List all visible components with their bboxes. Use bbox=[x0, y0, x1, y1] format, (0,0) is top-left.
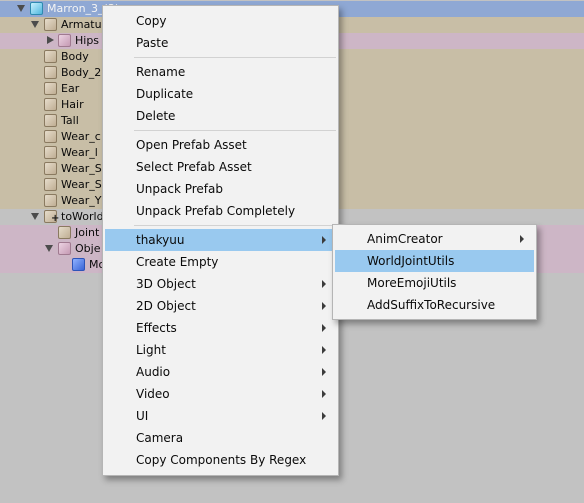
menu-item-camera[interactable]: Camera bbox=[105, 427, 336, 449]
menu-item-label: Paste bbox=[136, 36, 169, 50]
submenu-arrow-icon bbox=[322, 346, 326, 354]
menu-item-label: Create Empty bbox=[136, 255, 219, 269]
menu-separator bbox=[134, 225, 336, 226]
menu-item-label: Light bbox=[136, 343, 166, 357]
submenu-arrow-icon bbox=[322, 412, 326, 420]
prefab-cube-icon bbox=[44, 130, 57, 143]
menu-item-duplicate[interactable]: Duplicate bbox=[105, 83, 336, 105]
menu-item-thakyuu[interactable]: thakyuu bbox=[105, 229, 336, 251]
hierarchy-item-label: Wear_c bbox=[61, 130, 101, 143]
menu-item-2d-object[interactable]: 2D Object bbox=[105, 295, 336, 317]
menu-item-ui[interactable]: UI bbox=[105, 405, 336, 427]
menu-item-label: Unpack Prefab bbox=[136, 182, 223, 196]
menu-item-video[interactable]: Video bbox=[105, 383, 336, 405]
menu-item-paste[interactable]: Paste bbox=[105, 32, 336, 54]
expand-arrow-icon[interactable] bbox=[45, 245, 53, 252]
menu-item-rename[interactable]: Rename bbox=[105, 61, 336, 83]
submenu-arrow-icon bbox=[520, 235, 524, 243]
expand-arrow-icon[interactable] bbox=[31, 21, 39, 28]
collapse-arrow-icon[interactable] bbox=[47, 36, 54, 44]
prefab-cube-icon bbox=[44, 146, 57, 159]
menu-item-label: Unpack Prefab Completely bbox=[136, 204, 296, 218]
submenu-arrow-icon bbox=[322, 302, 326, 310]
menu-item-unpack-prefab-completely[interactable]: Unpack Prefab Completely bbox=[105, 200, 336, 222]
menu-item-select-prefab-asset[interactable]: Select Prefab Asset bbox=[105, 156, 336, 178]
menu-item-label: Open Prefab Asset bbox=[136, 138, 247, 152]
menu-item-audio[interactable]: Audio bbox=[105, 361, 336, 383]
context-menu: Copy Paste Rename Duplicate Delete Open … bbox=[102, 5, 339, 476]
menu-item-label: UI bbox=[136, 409, 149, 423]
hierarchy-item-label: Tall bbox=[61, 114, 79, 127]
menu-item-label: Audio bbox=[136, 365, 171, 379]
prefab-cube-icon bbox=[58, 242, 71, 255]
prefab-cube-icon bbox=[44, 162, 57, 175]
menu-item-label: Select Prefab Asset bbox=[136, 160, 252, 174]
hierarchy-item-label: Body bbox=[61, 50, 89, 63]
submenu-arrow-icon bbox=[322, 280, 326, 288]
menu-item-label: Duplicate bbox=[136, 87, 194, 101]
menu-item-label: AnimCreator bbox=[367, 232, 443, 246]
menu-item-label: Copy bbox=[136, 14, 167, 28]
hierarchy-item-label: Wear_l bbox=[61, 146, 98, 159]
thakyuu-submenu: AnimCreator WorldJointUtils MoreEmojiUti… bbox=[332, 224, 537, 320]
submenu-arrow-icon bbox=[322, 368, 326, 376]
menu-item-label: thakyuu bbox=[136, 233, 185, 247]
menu-item-label: 2D Object bbox=[136, 299, 196, 313]
prefab-cube-icon bbox=[44, 178, 57, 191]
menu-item-label: Delete bbox=[136, 109, 176, 123]
prefab-cube-icon bbox=[44, 194, 57, 207]
menu-item-open-prefab-asset[interactable]: Open Prefab Asset bbox=[105, 134, 336, 156]
hierarchy-item-label: Wear_S bbox=[61, 162, 102, 175]
menu-item-label: Camera bbox=[136, 431, 184, 445]
prefab-cube-icon bbox=[44, 114, 57, 127]
submenu-arrow-icon bbox=[322, 324, 326, 332]
hierarchy-item-label: Obje bbox=[75, 242, 101, 255]
prefab-cube-icon bbox=[58, 34, 71, 47]
prefab-cube-icon bbox=[58, 226, 71, 239]
prefab-cube-icon bbox=[44, 66, 57, 79]
hierarchy-item-label: Ear bbox=[61, 82, 80, 95]
menu-item-label: AddSuffixToRecursive bbox=[367, 298, 496, 312]
menu-item-label: MoreEmojiUtils bbox=[367, 276, 457, 290]
prefab-cube-icon bbox=[44, 98, 57, 111]
hierarchy-item-label: toWorld bbox=[61, 210, 104, 223]
prefab-cube-icon bbox=[44, 50, 57, 63]
menu-item-label: Effects bbox=[136, 321, 177, 335]
prefab-cube-icon bbox=[72, 258, 85, 271]
submenu-item-addsuffixtorecursive[interactable]: AddSuffixToRecursive bbox=[335, 294, 534, 316]
expand-arrow-icon[interactable] bbox=[31, 213, 39, 220]
submenu-item-moreemojiutils[interactable]: MoreEmojiUtils bbox=[335, 272, 534, 294]
menu-item-delete[interactable]: Delete bbox=[105, 105, 336, 127]
submenu-arrow-icon bbox=[322, 390, 326, 398]
hierarchy-item-label: Wear_Y bbox=[61, 194, 102, 207]
menu-item-light[interactable]: Light bbox=[105, 339, 336, 361]
menu-item-copy[interactable]: Copy bbox=[105, 10, 336, 32]
hierarchy-item-label: Hips bbox=[75, 34, 100, 47]
prefab-cube-icon bbox=[44, 18, 57, 31]
prefab-cube-icon bbox=[30, 2, 43, 15]
menu-item-unpack-prefab[interactable]: Unpack Prefab bbox=[105, 178, 336, 200]
expand-arrow-icon[interactable] bbox=[17, 5, 25, 12]
menu-item-create-empty[interactable]: Create Empty bbox=[105, 251, 336, 273]
menu-item-label: 3D Object bbox=[136, 277, 196, 291]
hierarchy-item-label: Hair bbox=[61, 98, 84, 111]
hierarchy-item-label: Joint bbox=[75, 226, 100, 239]
menu-item-copy-components-by-regex[interactable]: Copy Components By Regex bbox=[105, 449, 336, 471]
hierarchy-item-label: Body_2 bbox=[61, 66, 102, 79]
prefab-cube-icon bbox=[44, 82, 57, 95]
menu-item-label: WorldJointUtils bbox=[367, 254, 455, 268]
submenu-item-worldjointutils[interactable]: WorldJointUtils bbox=[335, 250, 534, 272]
add-overlay-icon: + bbox=[51, 213, 60, 224]
menu-item-label: Copy Components By Regex bbox=[136, 453, 307, 467]
menu-item-label: Rename bbox=[136, 65, 186, 79]
menu-item-3d-object[interactable]: 3D Object bbox=[105, 273, 336, 295]
menu-item-effects[interactable]: Effects bbox=[105, 317, 336, 339]
submenu-item-animcreator[interactable]: AnimCreator bbox=[335, 228, 534, 250]
hierarchy-item-label: Wear_S bbox=[61, 178, 102, 191]
menu-separator bbox=[134, 57, 336, 58]
submenu-arrow-icon bbox=[322, 236, 326, 244]
menu-separator bbox=[134, 130, 336, 131]
menu-item-label: Video bbox=[136, 387, 170, 401]
